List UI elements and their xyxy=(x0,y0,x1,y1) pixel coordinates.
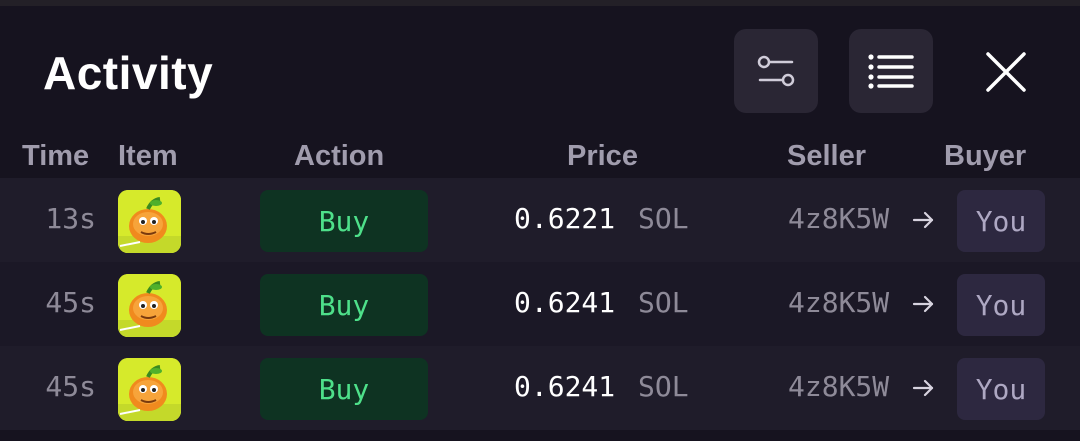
row-price: 0.6241 xyxy=(514,370,616,403)
top-divider xyxy=(0,0,1080,6)
close-button[interactable] xyxy=(977,43,1035,101)
peach-nft-thumbnail xyxy=(118,274,181,337)
row-price: 0.6221 xyxy=(514,202,616,235)
row-time: 13s xyxy=(45,202,96,235)
row-price-unit: SOL xyxy=(638,202,689,235)
panel-title: Activity xyxy=(43,47,214,99)
item-thumbnail[interactable] xyxy=(118,274,181,337)
row-buyer[interactable]: You xyxy=(957,274,1045,336)
column-header-action[interactable]: Action xyxy=(294,140,384,173)
list-view-button[interactable] xyxy=(849,29,933,113)
table-row[interactable]: 45s Buy 0.6241 SOL 4z8K5W You xyxy=(0,346,1080,430)
row-buyer[interactable]: You xyxy=(957,190,1045,252)
buy-action-badge[interactable]: Buy xyxy=(260,274,428,336)
filter-button[interactable] xyxy=(734,29,818,113)
row-price: 0.6241 xyxy=(514,286,616,319)
peach-nft-thumbnail xyxy=(118,190,181,253)
column-header-time[interactable]: Time xyxy=(22,140,89,173)
buy-action-badge[interactable]: Buy xyxy=(260,190,428,252)
panel-bottom-edge xyxy=(0,430,1080,441)
row-price-unit: SOL xyxy=(638,370,689,403)
buy-action-badge[interactable]: Buy xyxy=(260,358,428,420)
row-seller[interactable]: 4z8K5W xyxy=(788,370,889,403)
item-thumbnail[interactable] xyxy=(118,358,181,421)
table-row[interactable]: 13s Buy 0.6221 SOL 4z8K5W You xyxy=(0,178,1080,262)
item-thumbnail[interactable] xyxy=(118,190,181,253)
column-header-buyer[interactable]: Buyer xyxy=(944,140,1026,173)
filter-sliders-icon xyxy=(757,55,795,87)
row-price-unit: SOL xyxy=(638,286,689,319)
arrow-right-icon xyxy=(912,295,934,313)
arrow-right-icon xyxy=(912,379,934,397)
row-buyer[interactable]: You xyxy=(957,358,1045,420)
peach-nft-thumbnail xyxy=(118,358,181,421)
close-icon xyxy=(986,52,1026,92)
arrow-right-icon xyxy=(912,211,934,229)
column-header-price[interactable]: Price xyxy=(567,140,638,173)
row-time: 45s xyxy=(45,286,96,319)
row-time: 45s xyxy=(45,370,96,403)
row-seller[interactable]: 4z8K5W xyxy=(788,202,889,235)
table-row[interactable]: 45s Buy 0.6241 SOL 4z8K5W You xyxy=(0,262,1080,346)
list-icon xyxy=(868,54,914,89)
column-header-item[interactable]: Item xyxy=(118,140,178,173)
row-seller[interactable]: 4z8K5W xyxy=(788,286,889,319)
column-header-seller[interactable]: Seller xyxy=(787,140,866,173)
